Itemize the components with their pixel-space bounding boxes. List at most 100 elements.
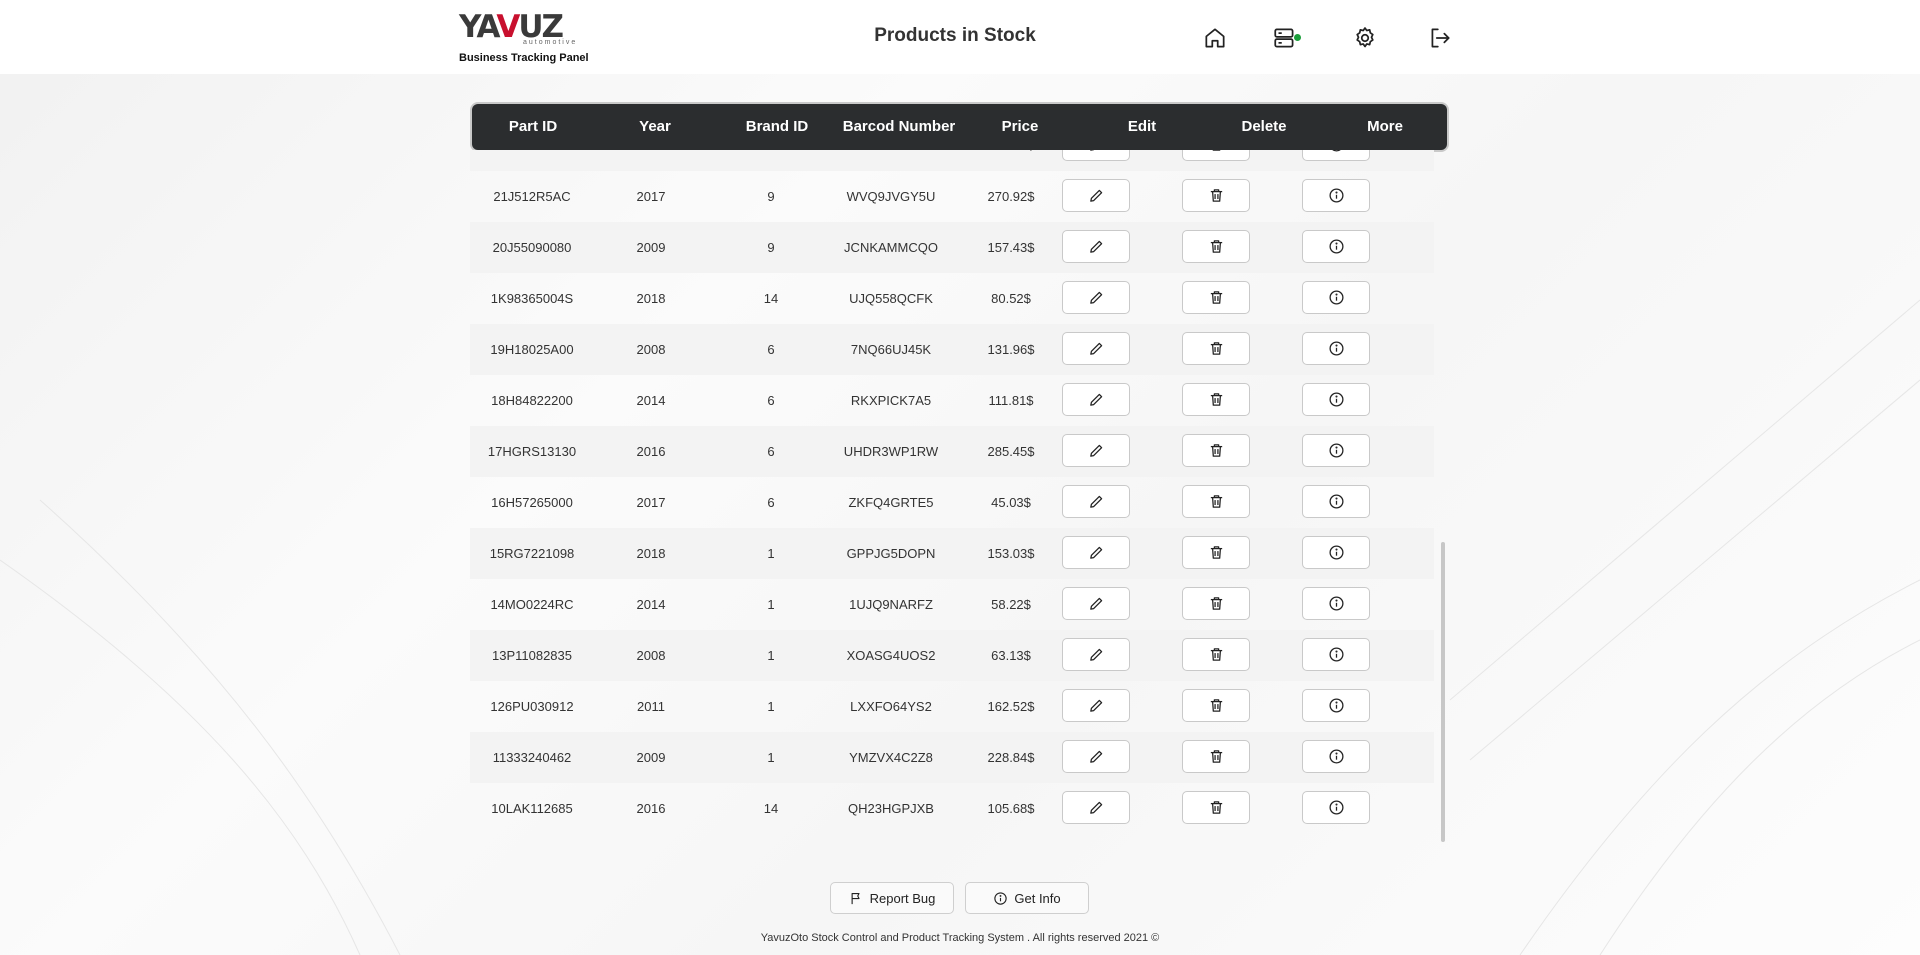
info-icon <box>1328 494 1344 509</box>
edit-button[interactable] <box>1062 179 1130 212</box>
delete-button[interactable] <box>1182 791 1250 824</box>
edit-button[interactable] <box>1062 485 1130 518</box>
home-icon[interactable] <box>1202 25 1228 51</box>
more-info-button[interactable] <box>1302 536 1370 569</box>
delete-button[interactable] <box>1182 383 1250 416</box>
pencil-icon <box>1089 240 1102 253</box>
price-cell: 153.03$ <box>987 546 1035 561</box>
more-info-button[interactable] <box>1302 587 1370 620</box>
delete-button[interactable] <box>1182 150 1250 161</box>
logout-icon[interactable] <box>1427 25 1453 51</box>
more-info-button[interactable] <box>1302 791 1370 824</box>
year-cell: 2008 <box>636 648 666 663</box>
trash-icon <box>1210 240 1222 253</box>
barcode-cell: 1UJQ9NARFZ <box>849 597 933 612</box>
table-row: 22KHD4005R 2011 10 UN6EWTEZ5T 187.17$ <box>470 150 1434 171</box>
edit-button[interactable] <box>1062 740 1130 773</box>
delete-button[interactable] <box>1182 587 1250 620</box>
info-icon <box>1328 188 1344 203</box>
year-cell: 2016 <box>636 444 666 459</box>
delete-button[interactable] <box>1182 332 1250 365</box>
table-row: 20J55090080 2009 9 JCNKAMMCQO 157.43$ <box>470 222 1434 273</box>
flag-icon <box>851 892 860 904</box>
server-status-button[interactable] <box>1272 25 1301 51</box>
edit-button[interactable] <box>1062 689 1130 722</box>
trash-icon <box>1212 150 1220 151</box>
delete-button[interactable] <box>1182 230 1250 263</box>
edit-button[interactable] <box>1062 587 1130 620</box>
table-row: 21J512R5AC 2017 9 WVQ9JVGY5U 270.92$ <box>470 171 1434 222</box>
info-icon <box>1328 800 1344 815</box>
edit-button[interactable] <box>1062 150 1130 161</box>
top-header: YAVUZ automotive Business Tracking Panel… <box>0 0 1920 74</box>
delete-button[interactable] <box>1182 536 1250 569</box>
edit-button[interactable] <box>1062 434 1130 467</box>
more-info-button[interactable] <box>1302 434 1370 467</box>
info-icon <box>994 891 1008 905</box>
scrollbar-thumb[interactable] <box>1441 542 1445 842</box>
year-cell: 2014 <box>636 597 666 612</box>
trash-icon <box>1210 699 1222 712</box>
brand-logo[interactable]: YAVUZ automotive Business Tracking Panel <box>459 10 589 68</box>
edit-button[interactable] <box>1062 791 1130 824</box>
column-header-part-id[interactable]: Part ID <box>509 104 557 150</box>
year-cell: 2018 <box>636 546 666 561</box>
edit-button[interactable] <box>1062 281 1130 314</box>
column-header-brand-id[interactable]: Brand ID <box>746 104 809 150</box>
column-header-barcode[interactable]: Barcod Number <box>843 104 956 150</box>
table-scrollbar[interactable] <box>1441 150 1446 842</box>
brand-id-cell: 6 <box>767 495 775 510</box>
report-bug-button[interactable]: Report Bug <box>830 882 954 914</box>
column-header-price[interactable]: Price <box>1002 104 1039 150</box>
more-info-button[interactable] <box>1302 179 1370 212</box>
edit-button[interactable] <box>1062 383 1130 416</box>
year-cell: 2009 <box>636 750 666 765</box>
delete-button[interactable] <box>1182 179 1250 212</box>
more-info-button[interactable] <box>1302 383 1370 416</box>
more-info-button[interactable] <box>1302 689 1370 722</box>
edit-button[interactable] <box>1062 536 1130 569</box>
info-icon <box>1328 698 1344 713</box>
edit-button[interactable] <box>1062 638 1130 671</box>
delete-button[interactable] <box>1182 689 1250 722</box>
barcode-cell: XOASG4UOS2 <box>846 648 936 663</box>
delete-button[interactable] <box>1182 740 1250 773</box>
more-info-button[interactable] <box>1302 230 1370 263</box>
more-info-button[interactable] <box>1302 485 1370 518</box>
part-id-cell: 15RG7221098 <box>489 546 575 561</box>
pencil-icon <box>1089 597 1102 610</box>
more-info-button[interactable] <box>1302 740 1370 773</box>
info-icon <box>1328 392 1344 407</box>
delete-button[interactable] <box>1182 434 1250 467</box>
more-info-button[interactable] <box>1302 638 1370 671</box>
table-row: 17HGRS13130 2016 6 UHDR3WP1RW 285.45$ <box>470 426 1434 477</box>
pencil-icon <box>1089 546 1102 559</box>
delete-button[interactable] <box>1182 281 1250 314</box>
barcode-cell: 7NQ66UJ45K <box>850 342 932 357</box>
price-cell: 63.13$ <box>991 648 1031 663</box>
delete-button[interactable] <box>1182 638 1250 671</box>
part-id-cell: 16H57265000 <box>491 495 573 510</box>
trash-icon <box>1210 393 1222 406</box>
report-bug-label: Report Bug <box>869 890 936 906</box>
more-info-button[interactable] <box>1302 150 1370 161</box>
column-header-year[interactable]: Year <box>639 104 671 150</box>
year-cell: 2014 <box>636 393 666 408</box>
price-cell: 285.45$ <box>987 444 1035 459</box>
price-cell: 80.52$ <box>991 291 1031 306</box>
info-icon <box>1328 341 1344 356</box>
edit-button[interactable] <box>1062 332 1130 365</box>
delete-button[interactable] <box>1182 485 1250 518</box>
barcode-cell: GPPJG5DOPN <box>846 546 936 561</box>
part-id-cell: 22KHD4005R <box>492 150 572 171</box>
get-info-button[interactable]: Get Info <box>965 882 1089 914</box>
table-row: 11333240462 2009 1 YMZVX4C2Z8 228.84$ <box>470 732 1434 783</box>
more-info-button[interactable] <box>1302 281 1370 314</box>
edit-button[interactable] <box>1062 230 1130 263</box>
info-icon <box>1331 150 1341 152</box>
products-table-body[interactable]: 22KHD4005R201110UN6EWTEZ5T187.17$21J512R… <box>470 150 1434 842</box>
barcode-cell: LXXFO64YS2 <box>850 699 932 714</box>
logo-subtitle: automotive <box>523 39 578 46</box>
gear-icon[interactable] <box>1352 25 1378 51</box>
more-info-button[interactable] <box>1302 332 1370 365</box>
